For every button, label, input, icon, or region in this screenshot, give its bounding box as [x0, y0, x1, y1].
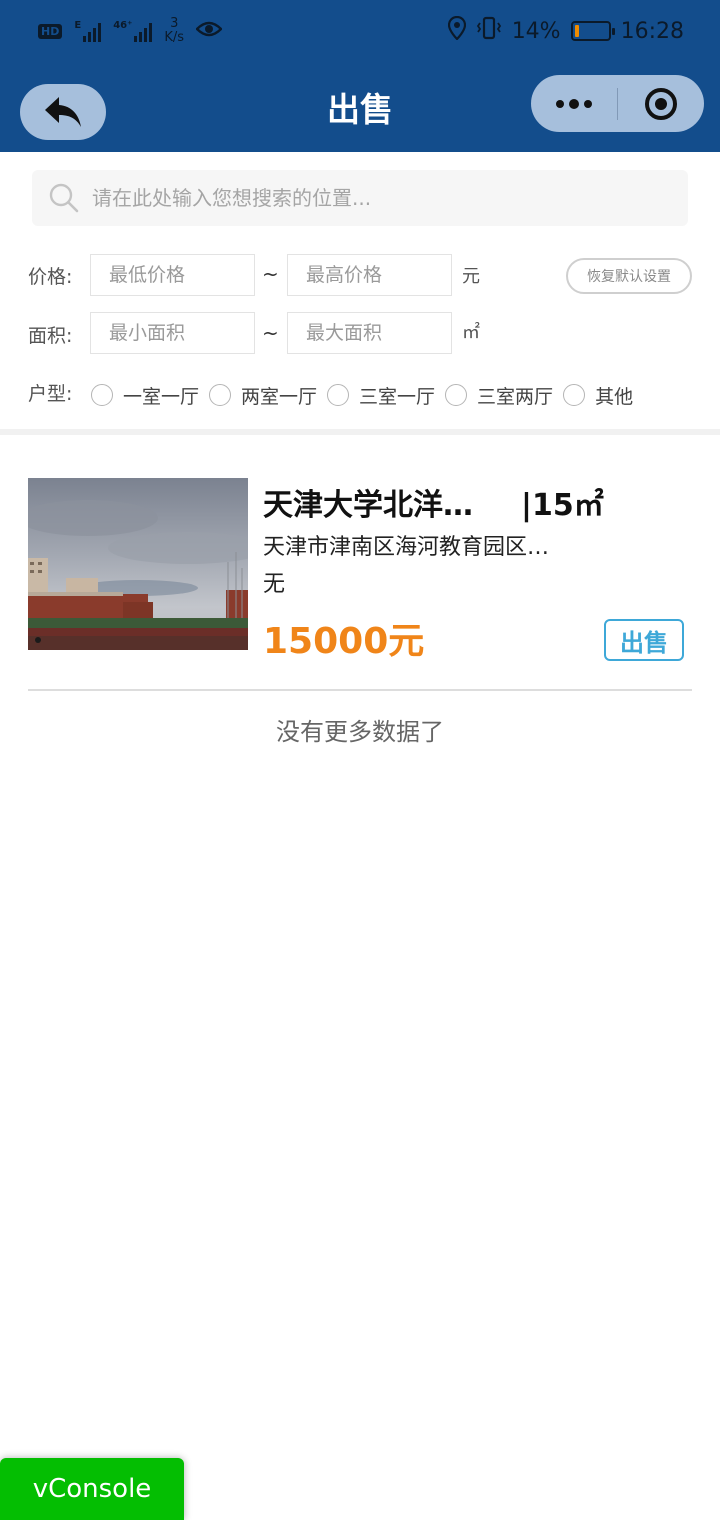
layout-radio-group: 一室一厅 两室一厅 三室一厅 三室两厅 其他	[91, 380, 643, 410]
radio-circle-icon	[445, 384, 468, 406]
listing-photo	[28, 478, 248, 650]
location-icon	[447, 15, 466, 46]
price-max-input[interactable]	[287, 254, 452, 296]
listing-thumbnail	[28, 478, 248, 650]
reset-defaults-button[interactable]: 恢复默认设置	[566, 258, 692, 294]
listing-address: 天津市津南区海河教育园区…	[263, 535, 550, 560]
listing-card[interactable]: 天津大学北洋… |15㎡ 天津市津南区海河教育园区… 无 15000元 出售	[28, 478, 692, 662]
miniprogram-capsule	[531, 75, 704, 132]
radio-circle-icon	[327, 384, 350, 406]
area-min-input[interactable]	[90, 312, 255, 354]
network-speed-unit: K/s	[164, 30, 185, 45]
listing-type-badge: 出售	[604, 619, 684, 661]
network-type-label-2: 46⁺	[113, 20, 133, 31]
vibrate-icon	[476, 16, 502, 46]
more-dots-icon	[556, 98, 592, 109]
layout-option-label: 其他	[595, 385, 634, 408]
target-circle-icon	[645, 87, 677, 120]
radio-circle-icon	[91, 384, 113, 406]
price-min-input[interactable]	[90, 254, 255, 296]
price-label: 价格:	[28, 266, 73, 288]
layout-option-4[interactable]: 三室两厅	[445, 382, 553, 409]
eye-icon	[195, 19, 223, 43]
more-menu-button[interactable]	[531, 75, 617, 132]
listing-price: 15000元	[263, 621, 425, 662]
area-label: 面积:	[28, 325, 73, 347]
search-bar[interactable]	[32, 170, 688, 226]
hd-badge: HD	[38, 23, 63, 39]
listing-title: 天津大学北洋…	[263, 488, 473, 523]
vconsole-button[interactable]: vConsole	[0, 1458, 184, 1520]
search-icon	[49, 183, 79, 213]
battery-percent: 14%	[511, 18, 561, 44]
area-range-separator: ~	[262, 321, 279, 345]
area-max-input[interactable]	[287, 312, 452, 354]
layout-option-label: 一室一厅	[123, 385, 200, 408]
signal-strength-icon	[83, 20, 102, 42]
network-speed: 3 K/s	[164, 17, 184, 45]
page-title: 出售	[327, 90, 393, 129]
network-speed-value: 3	[170, 16, 179, 31]
layout-label: 户型:	[28, 383, 73, 405]
back-button[interactable]	[20, 84, 106, 140]
clock-time: 16:28	[620, 18, 684, 44]
signal-strength-icon-2	[134, 20, 153, 42]
layout-option-label: 三室一厅	[359, 385, 436, 408]
listing-note: 无	[263, 572, 286, 597]
layout-option-1[interactable]: 一室一厅	[91, 382, 199, 409]
area-unit: ㎡	[462, 322, 480, 343]
radio-circle-icon	[563, 384, 586, 406]
status-right-group: 14% 16:28	[447, 14, 684, 48]
filter-section-divider	[0, 429, 720, 435]
listing-area: |15㎡	[521, 488, 604, 523]
network-type-label-1: E	[74, 20, 82, 31]
layout-option-2[interactable]: 两室一厅	[209, 382, 317, 409]
status-bar: HD E 46⁺ 3 K/s 14% 16:28	[0, 0, 720, 62]
status-left-group: HD E 46⁺ 3 K/s	[38, 12, 223, 50]
radio-circle-icon	[209, 384, 232, 406]
battery-icon	[570, 21, 615, 41]
app-root: HD E 46⁺ 3 K/s 14% 16:28 出售 请在此处输入您想搜索的位…	[0, 0, 720, 1520]
battery-level-fill	[574, 25, 579, 37]
layout-option-label: 三室两厅	[477, 385, 554, 408]
price-unit: 元	[462, 266, 480, 287]
price-range-separator: ~	[262, 262, 279, 286]
network-indicator-2: 46⁺	[113, 20, 153, 42]
list-end-divider	[28, 689, 692, 691]
top-bar: HD E 46⁺ 3 K/s 14% 16:28 出售	[0, 0, 720, 152]
layout-option-label: 两室一厅	[241, 385, 318, 408]
layout-option-3[interactable]: 三室一厅	[327, 382, 435, 409]
layout-option-5[interactable]: 其他	[563, 382, 633, 409]
search-input[interactable]	[92, 186, 652, 210]
no-more-data-text: 没有更多数据了	[276, 718, 444, 746]
close-miniprogram-button[interactable]	[618, 75, 704, 132]
back-arrow-icon	[45, 97, 81, 127]
network-indicator-1: E	[74, 20, 102, 42]
